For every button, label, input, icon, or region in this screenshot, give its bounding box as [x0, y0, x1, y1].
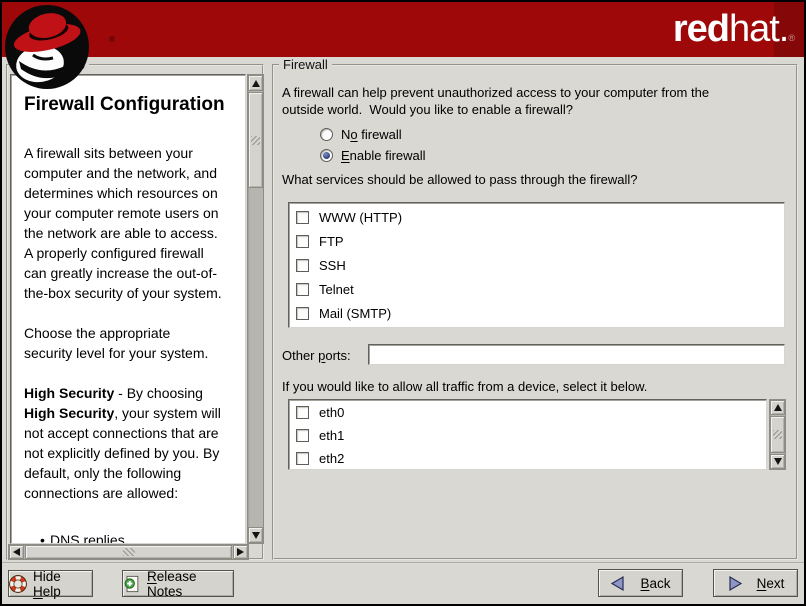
scroll-down-button[interactable] [770, 454, 785, 469]
registered-mark: ® [788, 33, 794, 43]
thumb-grip-icon [251, 136, 260, 145]
next-arrow-icon [727, 575, 743, 592]
help-text-content: Firewall Configuration A firewall sits b… [11, 75, 245, 544]
next-label: Next [757, 576, 785, 591]
footer-separator [2, 562, 804, 564]
checkbox-mail-smtp[interactable] [296, 307, 309, 320]
service-row[interactable]: Mail (SMTP) [289, 301, 784, 325]
bullet-text: DNS replies [50, 532, 125, 544]
help-paragraph: High Security - By choosing High Securit… [24, 383, 243, 503]
service-row[interactable]: Telnet [289, 277, 784, 301]
release-notes-button[interactable]: Release Notes [122, 570, 234, 597]
other-ports-input[interactable] [368, 344, 785, 365]
scrollbar-thumb[interactable] [770, 416, 785, 453]
radio-no-firewall-label[interactable]: No firewall [341, 127, 402, 142]
service-row[interactable]: SSH [289, 253, 784, 277]
header-bar: redhat.® ® [2, 2, 804, 57]
help-bullet-item: •DNS replies [24, 529, 243, 544]
release-notes-icon [123, 575, 141, 593]
thumb-grip-icon [123, 548, 135, 556]
scroll-down-button[interactable] [248, 527, 263, 543]
radio-no-firewall[interactable] [320, 128, 333, 141]
hide-help-label: Hide Help [33, 569, 92, 599]
device-row[interactable]: eth2 [289, 447, 766, 470]
device-label: eth0 [319, 405, 344, 420]
service-label: SSH [319, 258, 346, 273]
scroll-right-button[interactable] [233, 545, 248, 559]
service-row[interactable]: WWW (HTTP) [289, 205, 784, 229]
help-vertical-scrollbar[interactable] [247, 74, 264, 544]
redhat-shadowman-logo-icon [3, 3, 91, 96]
checkbox-eth2[interactable] [296, 452, 309, 465]
next-button[interactable]: Next [713, 569, 798, 597]
radio-enable-firewall-label[interactable]: Enable firewall [341, 148, 426, 163]
device-label: eth1 [319, 428, 344, 443]
brand-light: hat. [729, 8, 788, 50]
devices-instruction-text: If you would like to allow all traffic f… [282, 379, 647, 394]
service-label: Mail (SMTP) [319, 306, 391, 321]
up-arrow-icon [252, 80, 260, 87]
other-ports-label: Other ports: [282, 348, 351, 363]
service-label: WWW (HTTP) [319, 210, 402, 225]
device-row[interactable]: eth0 [289, 401, 766, 424]
down-arrow-icon [774, 458, 782, 465]
radio-enable-firewall[interactable] [320, 149, 333, 162]
services-question-text: What services should be allowed to pass … [282, 172, 638, 187]
back-arrow-icon [610, 575, 626, 592]
installer-window: redhat.® ® Online Help Firewall Configur… [0, 0, 806, 606]
help-text-viewport: Firewall Configuration A firewall sits b… [10, 74, 246, 544]
service-label: Telnet [319, 282, 354, 297]
checkbox-ssh[interactable] [296, 259, 309, 272]
brand-bold: red [673, 8, 729, 50]
radio-row-enable-firewall[interactable]: Enable firewall [320, 145, 426, 166]
radio-row-no-firewall[interactable]: No firewall [320, 124, 402, 145]
scroll-up-button[interactable] [248, 75, 263, 91]
scrollbar-thumb[interactable] [25, 545, 232, 559]
scroll-left-button[interactable] [9, 545, 24, 559]
service-row[interactable]: FTP [289, 229, 784, 253]
firewall-intro-text: A firewall can help prevent unauthorized… [282, 84, 709, 118]
help-horizontal-scrollbar[interactable] [8, 544, 249, 560]
right-arrow-icon [237, 548, 244, 556]
release-notes-label: Release Notes [147, 569, 233, 599]
checkbox-ftp[interactable] [296, 235, 309, 248]
checkbox-www-http[interactable] [296, 211, 309, 224]
checkbox-eth0[interactable] [296, 406, 309, 419]
devices-list: eth0 eth1 eth2 [288, 399, 767, 470]
redhat-wordmark: redhat.® [673, 8, 794, 51]
checkbox-telnet[interactable] [296, 283, 309, 296]
back-button[interactable]: Back [598, 569, 683, 597]
left-arrow-icon [13, 548, 20, 556]
help-paragraph: Choose the appropriate security level fo… [24, 323, 243, 363]
devices-vertical-scrollbar[interactable] [769, 399, 786, 470]
help-paragraph: A firewall sits between your computer an… [24, 143, 243, 303]
checkbox-eth1[interactable] [296, 429, 309, 442]
firewall-frame-label: Firewall [279, 57, 332, 72]
services-list: WWW (HTTP) FTP SSH Telnet Mail (SMTP) [288, 202, 785, 328]
thumb-grip-icon [773, 430, 782, 439]
life-preserver-icon [9, 575, 27, 593]
logo-registered-mark: ® [109, 35, 115, 44]
device-row[interactable]: eth1 [289, 424, 766, 447]
bullet-icon: • [40, 529, 50, 544]
back-label: Back [640, 576, 670, 591]
scroll-up-button[interactable] [770, 400, 785, 415]
device-label: eth2 [319, 451, 344, 466]
down-arrow-icon [252, 532, 260, 539]
service-label: FTP [319, 234, 344, 249]
hide-help-button[interactable]: Hide Help [8, 570, 93, 597]
up-arrow-icon [774, 404, 782, 411]
scrollbar-thumb[interactable] [248, 92, 263, 188]
